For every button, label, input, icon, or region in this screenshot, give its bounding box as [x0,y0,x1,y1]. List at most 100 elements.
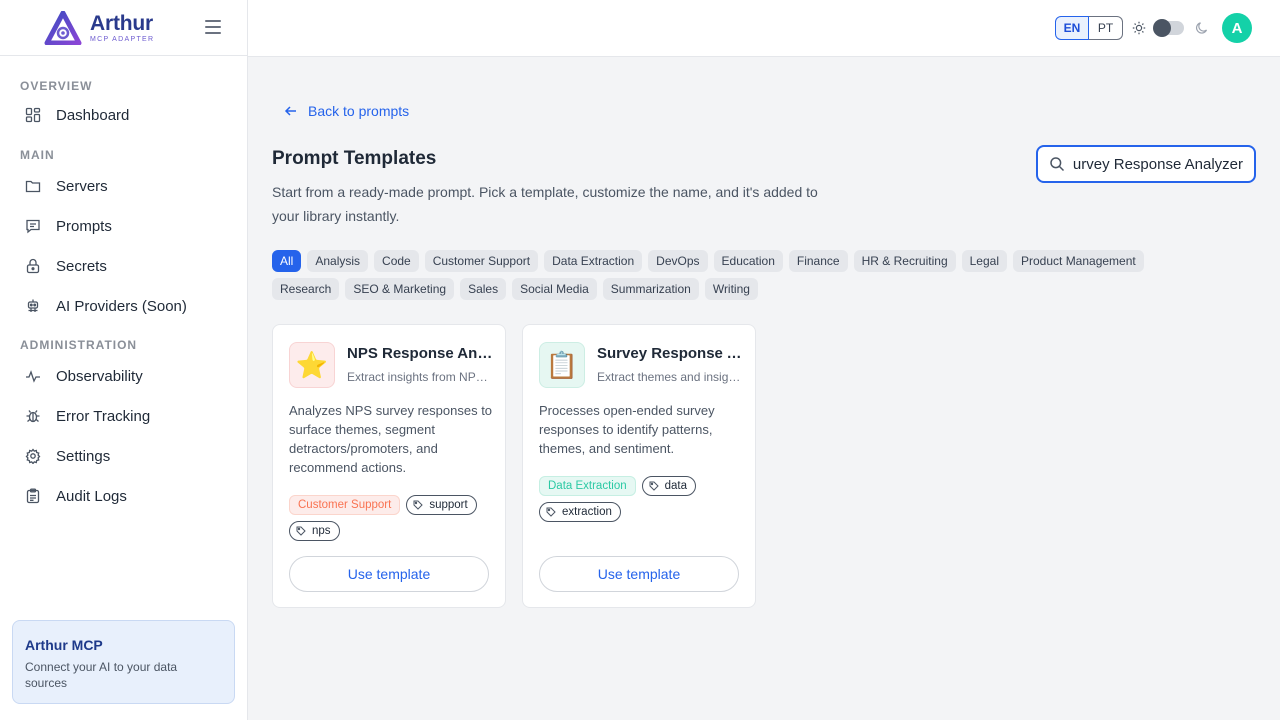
tag-badge: nps [289,521,340,541]
filter-chip-data-extraction[interactable]: Data Extraction [544,250,643,272]
clipboard-icon [24,487,42,505]
filter-chip-seo-marketing[interactable]: SEO & Marketing [345,278,455,300]
template-tags: Data Extraction data extraction [539,476,743,522]
sidebar-item-error-tracking[interactable]: Error Tracking [0,396,247,436]
sidebar-item-label: Error Tracking [56,407,151,425]
filter-chip-code[interactable]: Code [374,250,419,272]
bug-icon [24,407,42,425]
sidebar-item-label: Observability [56,367,143,385]
sidebar-item-servers[interactable]: Servers [0,166,247,206]
brand: Arthur MCP ADAPTER [0,0,247,56]
filter-chip-analysis[interactable]: Analysis [307,250,369,272]
use-template-button[interactable]: Use template [539,556,739,592]
tag-label: extraction [562,506,612,518]
promo-text: Connect your AI to your data sources [25,660,178,690]
category-badge: Customer Support [289,495,401,515]
tag-badge: support [406,495,477,515]
sidebar: Arthur MCP ADAPTER OVERVIEW Dashboard MA… [0,0,248,720]
template-description: Analyzes NPS survey responses to surface… [289,403,493,475]
filter-chip-finance[interactable]: Finance [788,250,848,272]
language-switcher: EN PT [1055,16,1123,40]
tag-icon [413,500,424,510]
search-icon [1050,157,1065,172]
sidebar-item-secrets[interactable]: Secrets [0,246,247,286]
nav-section-overview: OVERVIEW [20,79,93,93]
tag-label: data [664,480,688,492]
menu-toggle-button[interactable] [205,20,221,34]
back-label: Back to prompts [308,103,410,119]
gear-icon [24,447,42,465]
tag-badge: data [641,476,697,496]
template-subtitle: Extract insights from NPS survey respons… [347,370,493,384]
filter-chip-sales[interactable]: Sales [460,278,507,300]
sidebar-item-label: Prompts [56,217,112,235]
star-icon: ⭐ [289,342,335,388]
filter-chip-writing[interactable]: Writing [704,278,758,300]
search-box [1036,145,1256,183]
sidebar-item-label: Dashboard [56,106,130,124]
bot-icon [24,297,42,315]
sidebar-item-label: Audit Logs [56,487,127,505]
tag-label: support [429,499,468,511]
filter-chip-social-media[interactable]: Social Media [512,278,597,300]
category-badge: Data Extraction [539,476,636,496]
avatar[interactable]: A [1222,13,1252,43]
brand-name: Arthur [90,11,153,35]
filter-chip-hr-recruiting[interactable]: HR & Recruiting [853,250,956,272]
search-input[interactable] [1073,155,1243,173]
sidebar-item-label: Secrets [56,257,107,275]
moon-icon [1195,22,1208,34]
language-en-button[interactable]: EN [1055,16,1089,40]
theme-toggle[interactable] [1153,19,1184,37]
dashboard-icon [24,106,42,124]
lock-icon [24,257,42,275]
arrow-left-icon [284,106,296,116]
use-template-button[interactable]: Use template [289,556,489,592]
template-card[interactable]: 📋 Survey Response Analyzer Extract theme… [522,324,756,608]
sidebar-item-label: Settings [56,447,111,465]
sun-icon [1132,21,1146,35]
filter-chip-product-management[interactable]: Product Management [1013,250,1144,272]
template-title: NPS Response Analyzer [347,345,493,362]
filter-chip-customer-support[interactable]: Customer Support [424,250,539,272]
nav-section-main: MAIN [20,148,55,162]
nav-section-administration: ADMINISTRATION [20,338,138,352]
activity-icon [24,367,42,385]
template-card[interactable]: ⭐ NPS Response Analyzer Extract insights… [272,324,506,608]
filter-chip-research[interactable]: Research [272,278,340,300]
sidebar-item-dashboard[interactable]: Dashboard [0,95,247,135]
sidebar-item-audit-logs[interactable]: Audit Logs [0,476,247,516]
sidebar-item-label: Servers [56,177,108,195]
promo-card: Arthur MCP Connect your AI to your data … [12,620,235,704]
clipboard-icon: 📋 [539,342,585,388]
template-tags: Customer Support support nps [289,495,493,541]
filter-chip-education[interactable]: Education [713,250,783,272]
folder-icon [24,177,42,195]
page-description: Start from a ready-made prompt. Pick a t… [272,184,818,224]
brand-subtitle: MCP ADAPTER [90,35,155,43]
page-title: Prompt Templates [272,148,437,169]
message-icon [24,217,42,235]
category-filters: All Analysis Code Customer Support Data … [272,250,1202,300]
template-description: Processes open-ended survey responses to… [539,403,715,456]
back-to-prompts-link[interactable]: Back to prompts [284,103,409,119]
tag-icon [546,507,556,517]
tag-icon [296,526,306,536]
theme-toggle-knob [1153,19,1171,37]
sidebar-item-observability[interactable]: Observability [0,356,247,396]
language-pt-button[interactable]: PT [1089,16,1123,40]
sidebar-item-label: AI Providers (Soon) [56,297,187,315]
filter-chip-devops[interactable]: DevOps [648,250,708,272]
tag-icon [649,481,659,491]
filter-chip-summarization[interactable]: Summarization [602,278,699,300]
promo-title: Arthur MCP [25,637,103,653]
topbar: EN PT A [248,0,1280,57]
tag-badge: extraction [539,502,621,522]
filter-chip-legal[interactable]: Legal [961,250,1007,272]
sidebar-item-settings[interactable]: Settings [0,436,247,476]
template-title: Survey Response Analyzer [597,345,743,362]
tag-label: nps [312,525,331,537]
sidebar-item-ai-providers[interactable]: AI Providers (Soon) [0,286,247,326]
filter-chip-all[interactable]: All [272,250,302,272]
sidebar-item-prompts[interactable]: Prompts [0,206,247,246]
